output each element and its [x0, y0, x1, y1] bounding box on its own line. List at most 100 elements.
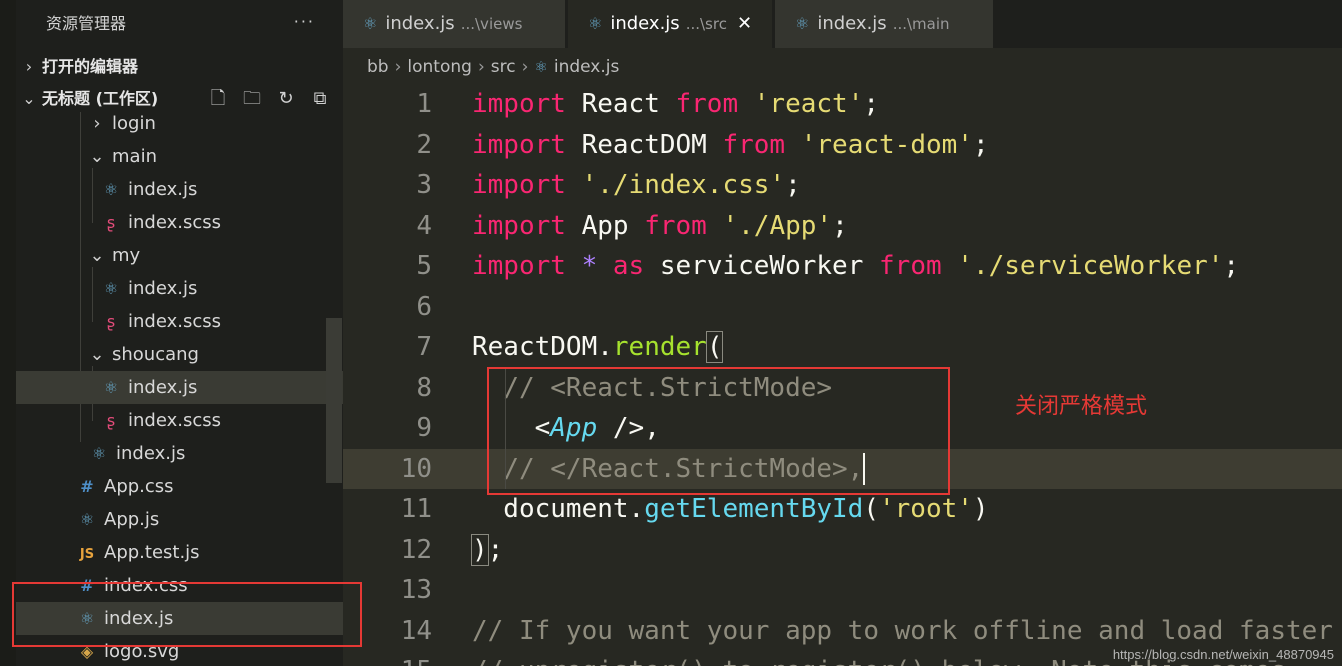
collapse-all-icon[interactable]: ⧉ [303, 83, 337, 115]
code-text: import React from 'react'; [472, 89, 880, 119]
tree-file[interactable]: ⚛ index.js [16, 371, 343, 404]
new-folder-icon[interactable]: 🗀 [235, 83, 269, 115]
code-text: ); [471, 533, 504, 566]
code-text: import App from './App'; [472, 210, 848, 241]
code-editor[interactable]: 1 import React from 'react'; 2 import Reac… [343, 84, 1342, 666]
breadcrumb-item[interactable]: index.js [554, 57, 620, 77]
tab-index-views[interactable]: ⚛ index.js ...\views [343, 0, 565, 48]
workspace-section[interactable]: ⌄ 无标题 (工作区) 🗋 🗀 ↻ ⧉ [16, 83, 343, 115]
code-line: 4 import App from './App'; [343, 206, 1342, 247]
tree-folder[interactable]: ⌄ main [16, 140, 343, 173]
chevron-right-icon: › [521, 57, 529, 77]
tree-item-label: index.js [128, 179, 198, 200]
tree-folder[interactable]: › login [16, 112, 343, 140]
chevron-right-icon: › [394, 57, 402, 77]
code-line: 2 import ReactDOM from 'react-dom'; [343, 125, 1342, 166]
sass-icon: ʂ [106, 411, 116, 430]
tree-item-label: index.css [104, 575, 188, 596]
tree-file[interactable]: ◈ logo.svg [16, 635, 343, 666]
sass-icon: ʂ [106, 213, 116, 232]
code-text: <App />, [472, 413, 660, 443]
react-icon: ⚛ [91, 444, 107, 463]
react-icon: ⚛ [534, 58, 548, 76]
breadcrumb-item[interactable]: src [491, 57, 516, 77]
close-icon[interactable]: ✕ [737, 13, 752, 34]
tree-folder[interactable]: ⌄ my [16, 239, 343, 272]
line-number: 1 [416, 89, 432, 119]
tab-desc: ...\views [460, 15, 523, 33]
line-number: 2 [416, 129, 432, 160]
sidebar-scrollbar[interactable] [326, 318, 342, 483]
code-line: 8 // <React.StrictMode> [343, 368, 1342, 409]
chevron-right-icon: › [477, 57, 485, 77]
editor-tabs: ⚛ index.js ...\views ⚛ index.js ...\src ✕ ⚛ in… [343, 0, 1342, 48]
tree-file[interactable]: ʂ index.scss [16, 305, 343, 338]
tree-item-label: index.scss [128, 311, 221, 332]
code-text: ReactDOM.render( [472, 331, 724, 363]
annotation-text: 关闭严格模式 [1015, 394, 1148, 419]
tree-item-label: logo.svg [104, 641, 180, 662]
code-text: // </React.StrictMode>, [503, 453, 866, 485]
chevron-right-icon: › [93, 113, 101, 134]
refresh-icon[interactable]: ↻ [269, 83, 303, 115]
tree-item-label: App.js [104, 509, 160, 530]
workspace-label: 无标题 (工作区) [42, 89, 159, 108]
activity-bar [0, 0, 16, 666]
breadcrumb-item[interactable]: lontong [407, 57, 472, 77]
code-line-current: 10 // </React.StrictMode>, [343, 448, 1342, 489]
more-actions-button[interactable]: ··· [294, 12, 315, 31]
tree-file[interactable]: ⚛ App.js [16, 503, 343, 536]
tree-file[interactable]: # App.css [16, 470, 343, 503]
js-icon: JS [79, 547, 95, 562]
tree-item-label: shoucang [112, 344, 199, 365]
react-icon: ⚛ [79, 609, 95, 628]
line-number: 9 [416, 413, 432, 443]
line-number: 14 [400, 615, 432, 646]
code-text: // If you want your app to work offline … [472, 615, 1333, 646]
tree-file[interactable]: JS App.test.js [16, 536, 343, 569]
tree-item-label: login [112, 113, 156, 134]
tree-item-label: main [112, 146, 157, 167]
indent-guide [505, 367, 506, 489]
tree-file[interactable]: ⚛ index.js [16, 272, 343, 305]
file-tree: › login ⌄ main ⚛ index.js ʂ index.scss ⌄ my ⚛ index… [16, 112, 343, 666]
tab-desc: ...\main [892, 15, 950, 33]
code-line: 5 import * as serviceWorker from './servi… [343, 246, 1342, 287]
tree-file[interactable]: ⚛ index.js [16, 602, 343, 635]
tree-file[interactable]: ʂ index.scss [16, 206, 343, 239]
tab-label: index.js [817, 13, 887, 34]
tree-file[interactable]: ⚛ index.js [16, 437, 343, 470]
tree-file[interactable]: ʂ index.scss [16, 404, 343, 437]
css-icon: # [80, 576, 94, 595]
line-number: 11 [400, 494, 432, 524]
tree-file[interactable]: ⚛ index.js [16, 173, 343, 206]
watermark: https://blog.csdn.net/weixin_48870945 [1112, 647, 1334, 662]
open-editors-label: 打开的编辑器 [42, 57, 139, 76]
new-file-icon[interactable]: 🗋 [201, 83, 235, 115]
explorer-title: 资源管理器 [46, 14, 127, 33]
open-editors-section[interactable]: › 打开的编辑器 [16, 51, 343, 83]
tree-folder[interactable]: ⌄ shoucang [16, 338, 343, 371]
svg-icon: ◈ [80, 642, 94, 661]
tree-item-label: index.js [116, 443, 186, 464]
tree-item-label: index.scss [128, 212, 221, 233]
tab-index-src[interactable]: ⚛ index.js ...\src ✕ [568, 0, 772, 48]
line-number: 13 [400, 575, 432, 605]
tab-index-main[interactable]: ⚛ index.js ...\main [775, 0, 993, 48]
tree-item-label: App.css [104, 476, 174, 497]
workspace-actions: 🗋 🗀 ↻ ⧉ [201, 83, 337, 115]
code-line: 13 [343, 570, 1342, 611]
tree-file[interactable]: # index.css [16, 569, 343, 602]
code-text: import ReactDOM from 'react-dom'; [472, 129, 989, 160]
react-icon: ⚛ [588, 14, 603, 33]
code-line: 3 import './index.css'; [343, 165, 1342, 206]
tree-item-label: App.test.js [104, 542, 200, 563]
react-icon: ⚛ [103, 279, 119, 298]
tree-item-label: index.js [128, 278, 198, 299]
code-line: 11 document.getElementById('root') [343, 489, 1342, 530]
breadcrumb-item[interactable]: bb [367, 57, 389, 77]
code-line: 9 <App />, [343, 408, 1342, 449]
sass-icon: ʂ [106, 312, 116, 331]
tree-item-label: index.scss [128, 410, 221, 431]
breadcrumb: bb › lontong › src › ⚛ index.js [367, 53, 619, 81]
